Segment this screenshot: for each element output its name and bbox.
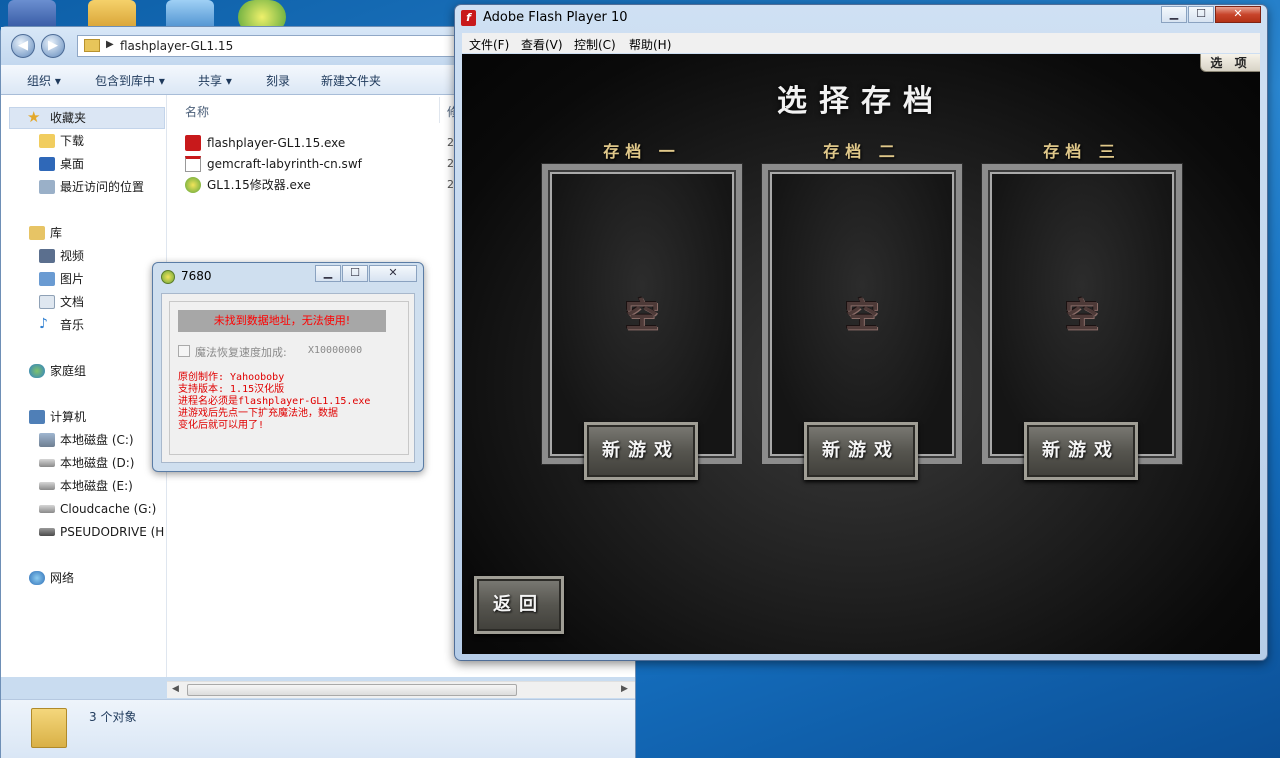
window-title: Adobe Flash Player 10 bbox=[483, 10, 628, 25]
forward-button[interactable]: ▶ bbox=[41, 34, 65, 58]
drive-icon bbox=[39, 433, 55, 447]
slot-1-title: 存档 一 bbox=[603, 142, 681, 161]
horizontal-scrollbar[interactable]: ◀ ▶ bbox=[167, 681, 635, 698]
menu-file[interactable]: 文件(F) bbox=[469, 36, 509, 53]
column-header-name[interactable]: 名称 bbox=[185, 103, 209, 120]
minimize-button[interactable]: ▁ bbox=[315, 265, 341, 282]
share-button[interactable]: 共享 ▾ bbox=[198, 72, 232, 89]
trainer-exe-icon bbox=[185, 177, 201, 193]
star-icon: ★ bbox=[27, 108, 41, 126]
folder-icon bbox=[84, 39, 100, 52]
downloads-folder-icon bbox=[39, 134, 55, 148]
details-pane: 3 个对象 bbox=[1, 699, 635, 758]
magic-speed-value: X10000000 bbox=[308, 345, 363, 356]
drive-icon bbox=[39, 482, 55, 490]
burn-button[interactable]: 刻录 bbox=[266, 72, 290, 89]
menu-bar: 文件(F) 查看(V) 控制(C) 帮助(H) bbox=[462, 33, 1260, 53]
nav-drive-h[interactable]: PSEUDODRIVE (H: bbox=[39, 522, 165, 542]
back-button[interactable]: 返回 bbox=[474, 576, 564, 634]
network-icon bbox=[29, 571, 45, 585]
info-text: 原创制作: Yahooboby 支持版本: 1.15汉化版 进程名必须是flas… bbox=[178, 372, 371, 431]
menu-control[interactable]: 控制(C) bbox=[574, 36, 616, 53]
menu-view[interactable]: 查看(V) bbox=[521, 36, 563, 53]
status-banner: 未找到数据地址，无法使用! bbox=[178, 310, 386, 332]
new-game-button-3[interactable]: 新游戏 bbox=[1024, 422, 1138, 480]
column-divider[interactable] bbox=[439, 97, 440, 123]
scroll-right-icon[interactable]: ▶ bbox=[621, 684, 628, 694]
minimize-button[interactable]: ▁ bbox=[1161, 6, 1187, 23]
magic-speed-checkbox[interactable] bbox=[178, 345, 190, 357]
flash-exe-icon bbox=[185, 135, 201, 151]
navigation-pane: ★ 收藏夹 下载 桌面 最近访问的位置 库 视频 图片 文档 ♪ 音乐 家庭组 … bbox=[1, 95, 167, 677]
new-game-button-1[interactable]: 新游戏 bbox=[584, 422, 698, 480]
page-title: 选择存档 bbox=[777, 84, 945, 119]
drive-icon bbox=[39, 505, 55, 513]
videos-icon bbox=[39, 249, 55, 263]
slot-1-empty-label: 空 bbox=[625, 296, 659, 336]
scroll-left-icon[interactable]: ◀ bbox=[172, 684, 179, 694]
recent-places-icon bbox=[39, 180, 55, 194]
save-slot-2[interactable]: 空 bbox=[762, 164, 962, 464]
folder-icon bbox=[31, 708, 67, 748]
new-folder-button[interactable]: 新建文件夹 bbox=[321, 72, 381, 89]
save-slot-1[interactable]: 空 bbox=[542, 164, 742, 464]
slot-2-title: 存档 二 bbox=[823, 142, 901, 161]
flash-logo-icon: f bbox=[461, 10, 476, 26]
trainer-body: 未找到数据地址，无法使用! 魔法恢复速度加成: X10000000 原创制作: … bbox=[161, 293, 415, 463]
window-title: 7680 bbox=[181, 269, 212, 283]
include-in-library-button[interactable]: 包含到库中 ▾ bbox=[95, 72, 165, 89]
new-game-button-2[interactable]: 新游戏 bbox=[804, 422, 918, 480]
maximize-button[interactable]: ☐ bbox=[1188, 6, 1214, 23]
flash-player-window: f Adobe Flash Player 10 ▁ ☐ ✕ 文件(F) 查看(V… bbox=[454, 4, 1268, 661]
drive-icon bbox=[39, 459, 55, 467]
address-path[interactable]: flashplayer-GL1.15 bbox=[120, 39, 233, 53]
back-button[interactable]: ◀ bbox=[11, 34, 35, 58]
computer-icon bbox=[29, 410, 45, 424]
item-count: 3 个对象 bbox=[89, 710, 137, 724]
pictures-icon bbox=[39, 272, 55, 286]
slot-3-empty-label: 空 bbox=[1065, 296, 1099, 336]
trainer-app-icon bbox=[161, 270, 175, 284]
game-stage[interactable]: 选 项 选择存档 存档 一 空 新游戏 存档 二 空 新游戏 存档 三 空 新游… bbox=[462, 54, 1260, 654]
trainer-window: 7680 ▁ ☐ ✕ 未找到数据地址，无法使用! 魔法恢复速度加成: X1000… bbox=[152, 262, 424, 472]
close-button[interactable]: ✕ bbox=[1215, 6, 1261, 23]
maximize-button[interactable]: ☐ bbox=[342, 265, 368, 282]
libraries-icon bbox=[29, 226, 45, 240]
swf-file-icon bbox=[185, 156, 201, 172]
save-slot-3[interactable]: 空 bbox=[982, 164, 1182, 464]
options-button[interactable]: 选 项 bbox=[1200, 54, 1260, 72]
breadcrumb-arrow-icon[interactable]: ▶ bbox=[106, 39, 114, 50]
scrollbar-thumb[interactable] bbox=[187, 684, 517, 696]
close-button[interactable]: ✕ bbox=[369, 265, 417, 282]
music-icon: ♪ bbox=[39, 316, 48, 332]
slot-3-title: 存档 三 bbox=[1043, 142, 1121, 161]
slot-2-empty-label: 空 bbox=[845, 296, 879, 336]
desktop-icon bbox=[39, 157, 55, 171]
organize-button[interactable]: 组织 ▾ bbox=[27, 72, 61, 89]
documents-icon bbox=[39, 295, 55, 309]
magic-speed-label: 魔法恢复速度加成: bbox=[195, 346, 287, 359]
homegroup-icon bbox=[29, 364, 45, 378]
drive-icon bbox=[39, 528, 55, 536]
menu-help[interactable]: 帮助(H) bbox=[629, 36, 671, 53]
